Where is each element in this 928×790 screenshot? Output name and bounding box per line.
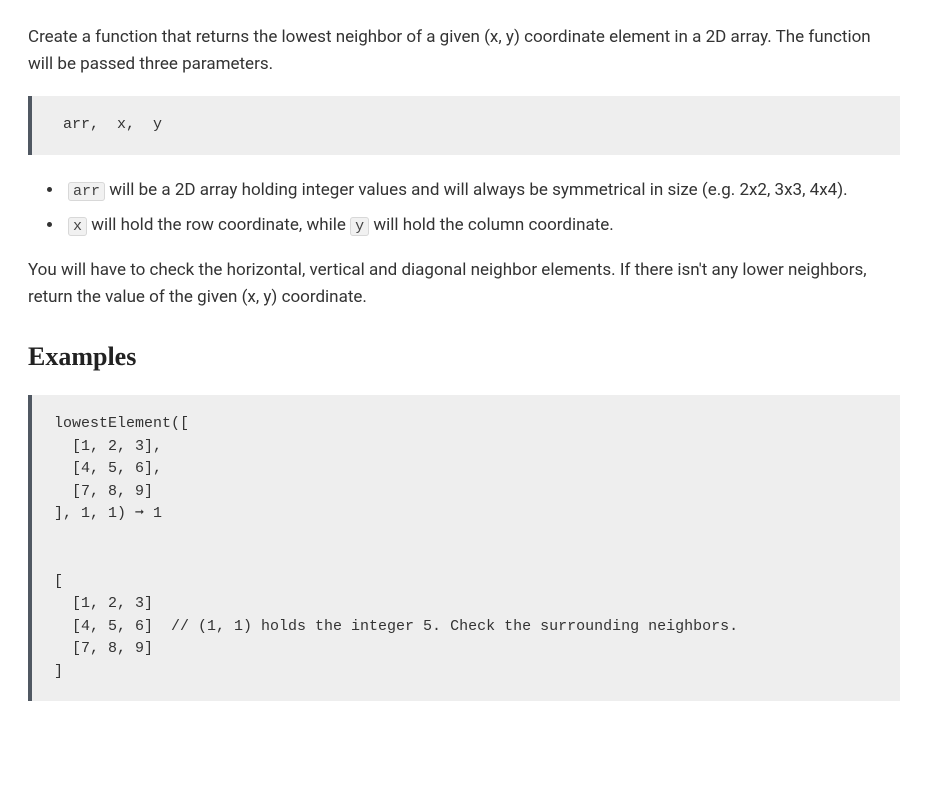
inline-code-y: y xyxy=(350,217,369,236)
inline-code-x: x xyxy=(68,217,87,236)
examples-heading: Examples xyxy=(28,336,900,378)
examples-codeblock: lowestElement([ [1, 2, 3], [4, 5, 6], [7… xyxy=(28,395,900,701)
bullet-text: will hold the column coordinate. xyxy=(369,215,614,235)
params-codeblock: arr, x, y xyxy=(28,96,900,155)
bullet-item-arr: arr will be a 2D array holding integer v… xyxy=(64,177,900,204)
instruction-paragraph: You will have to check the horizontal, v… xyxy=(28,257,900,311)
intro-paragraph: Create a function that returns the lowes… xyxy=(28,24,900,78)
inline-code-arr: arr xyxy=(68,182,105,201)
bullet-text: will hold the row coordinate, while xyxy=(87,215,350,235)
bullet-text: will be a 2D array holding integer value… xyxy=(105,180,848,200)
bullet-item-xy: x will hold the row coordinate, while y … xyxy=(64,212,900,239)
bullet-list: arr will be a 2D array holding integer v… xyxy=(28,177,900,239)
